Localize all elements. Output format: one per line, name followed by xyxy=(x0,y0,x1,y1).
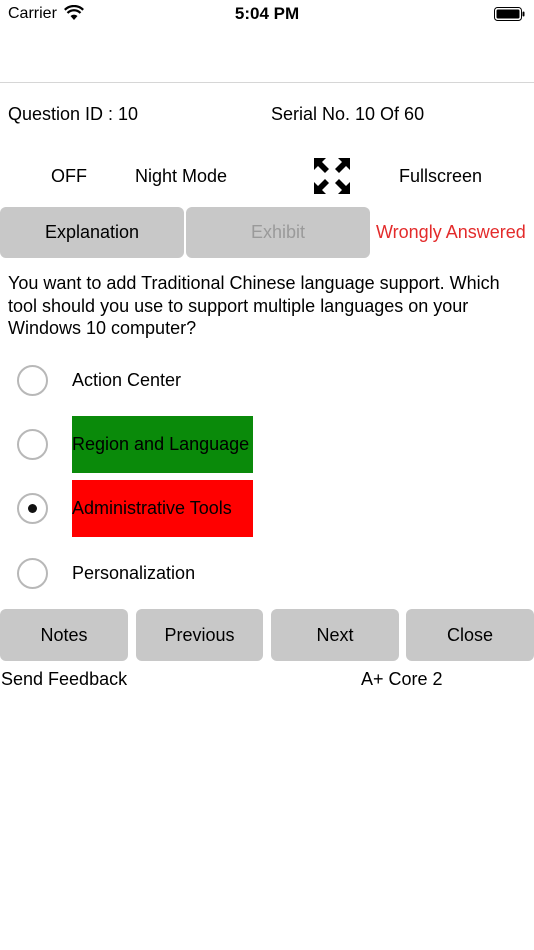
header-divider xyxy=(0,82,534,83)
radio-button[interactable] xyxy=(17,429,48,460)
answer-status: Wrongly Answered xyxy=(376,222,526,242)
night-mode-label: Night Mode xyxy=(135,166,228,186)
clock: 5:04 PM xyxy=(234,4,300,23)
option-label-wrong[interactable]: Administrative Tools xyxy=(72,480,253,537)
radio-button-selected[interactable] xyxy=(17,493,48,524)
option-action-center[interactable]: Action Center xyxy=(0,351,534,409)
option-administrative-tools[interactable]: Administrative Tools xyxy=(0,479,534,537)
explanation-button[interactable]: Explanation xyxy=(0,207,184,258)
option-label-correct[interactable]: Region and Language xyxy=(72,416,253,473)
fullscreen-icon[interactable] xyxy=(313,157,351,195)
battery-icon xyxy=(494,7,525,21)
option-personalization[interactable]: Personalization xyxy=(0,544,534,602)
fullscreen-label[interactable]: Fullscreen xyxy=(399,166,482,187)
close-button[interactable]: Close xyxy=(406,609,534,661)
question-id: Question ID : 10 xyxy=(8,104,139,124)
exhibit-button[interactable]: Exhibit xyxy=(186,207,370,258)
radio-button[interactable] xyxy=(17,365,48,396)
course-label: A+ Core 2 xyxy=(361,669,443,689)
question-text: You want to add Traditional Chinese lang… xyxy=(8,273,500,338)
radio-button[interactable] xyxy=(17,558,48,589)
next-button[interactable]: Next xyxy=(271,609,399,661)
status-bar: Carrier 5:04 PM xyxy=(0,0,534,30)
option-label[interactable]: Action Center xyxy=(72,351,181,409)
previous-button[interactable]: Previous xyxy=(136,609,263,661)
serial-number: Serial No. 10 Of 60 xyxy=(271,104,425,124)
option-label[interactable]: Personalization xyxy=(72,544,195,602)
option-region-language[interactable]: Region and Language xyxy=(0,415,534,473)
radio-dot xyxy=(28,504,37,513)
send-feedback-link[interactable]: Send Feedback xyxy=(1,669,127,690)
notes-button[interactable]: Notes xyxy=(0,609,128,661)
night-mode-toggle[interactable]: OFF xyxy=(51,166,87,187)
